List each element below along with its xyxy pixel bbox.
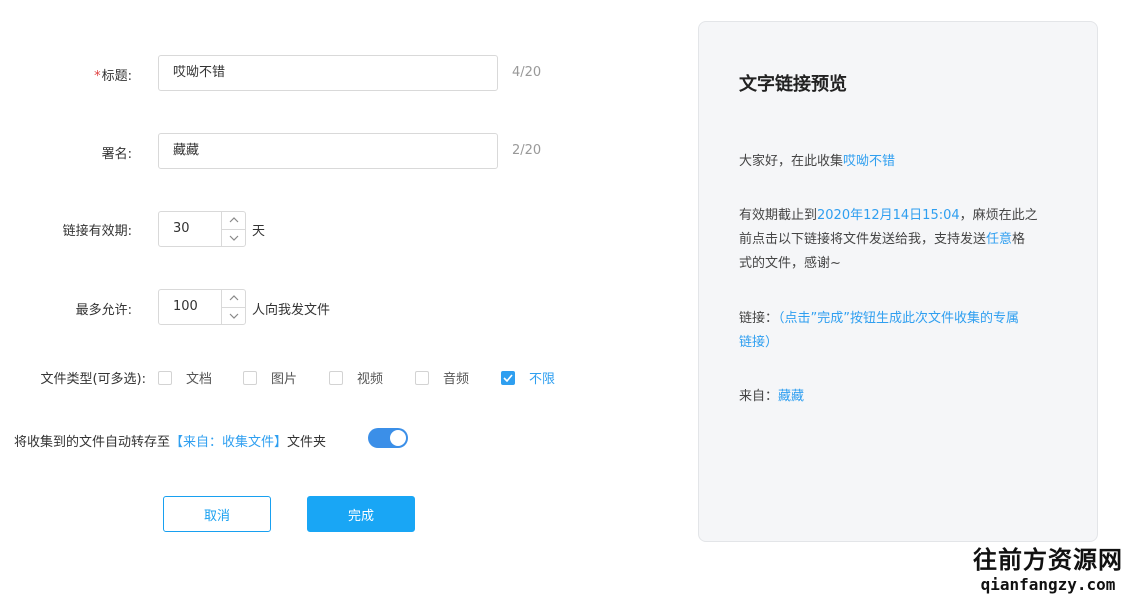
max-allowed-suffix: 人向我发文件 bbox=[252, 303, 331, 318]
signature-counter: 2/20 bbox=[512, 143, 542, 158]
validity-label: 链接有效期: bbox=[62, 224, 132, 239]
increment-icon[interactable] bbox=[222, 290, 245, 307]
title-counter: 4/20 bbox=[512, 65, 542, 80]
signature-label: 署名: bbox=[101, 147, 132, 162]
validity-value[interactable]: 30 bbox=[159, 212, 221, 246]
title-input[interactable]: 哎呦不错 bbox=[158, 55, 498, 91]
check-icon bbox=[503, 373, 513, 382]
file-types-label: 文件类型(可多选): bbox=[40, 372, 146, 387]
file-type-option[interactable]: 不限 bbox=[501, 368, 555, 387]
validity-stepper[interactable]: 30 bbox=[158, 211, 246, 247]
done-button[interactable]: 完成 bbox=[307, 496, 415, 532]
validity-unit: 天 bbox=[252, 224, 266, 239]
file-type-label: 不限 bbox=[529, 372, 556, 387]
file-type-option[interactable]: 文档 bbox=[158, 368, 212, 387]
checkbox[interactable] bbox=[415, 370, 429, 385]
checkbox[interactable] bbox=[158, 370, 172, 385]
max-allowed-value[interactable]: 100 bbox=[159, 290, 221, 324]
preview-panel: 文字链接预览 大家好，在此收集哎呦不错 有效期截止到2020年12月14日15:… bbox=[698, 21, 1098, 542]
toggle-knob bbox=[390, 430, 406, 446]
preview-deadline: 有效期截止到2020年12月14日15:04，麻烦在此之 前点击以下链接将文件发… bbox=[739, 208, 1038, 271]
decrement-icon[interactable] bbox=[222, 228, 245, 247]
signature-input[interactable]: 藏藏 bbox=[158, 133, 498, 169]
decrement-icon[interactable] bbox=[222, 306, 245, 325]
checkbox[interactable] bbox=[329, 370, 343, 385]
title-label: *标题: bbox=[94, 69, 132, 84]
max-allowed-stepper[interactable]: 100 bbox=[158, 289, 246, 325]
watermark-url: qianfangzy.com bbox=[980, 575, 1116, 594]
max-allowed-label: 最多允许: bbox=[75, 303, 132, 318]
file-type-option[interactable]: 图片 bbox=[243, 368, 297, 387]
preview-link: 链接：（点击”完成”按钮生成此次文件收集的专属 链接） bbox=[739, 311, 1019, 350]
autosave-folder: 【来自：收集文件】 bbox=[170, 435, 288, 450]
autosave-label: 将收集到的文件自动转存至【来自：收集文件】文件夹 bbox=[14, 435, 327, 450]
file-type-label: 文档 bbox=[186, 372, 213, 387]
file-type-label: 视频 bbox=[357, 372, 384, 387]
preview-heading: 文字链接预览 bbox=[739, 74, 847, 95]
file-type-label: 图片 bbox=[271, 372, 298, 387]
checkbox-checked[interactable] bbox=[501, 370, 515, 385]
file-type-option[interactable]: 视频 bbox=[329, 368, 383, 387]
file-type-option[interactable]: 音频 bbox=[415, 368, 469, 387]
preview-from: 来自：藏藏 bbox=[739, 389, 805, 404]
preview-link-text: （点击”完成”按钮生成此次文件收集的专属 bbox=[778, 311, 1019, 326]
autosave-toggle[interactable] bbox=[368, 428, 408, 448]
increment-icon[interactable] bbox=[222, 212, 245, 229]
required-mark: * bbox=[94, 69, 101, 84]
checkbox[interactable] bbox=[243, 370, 257, 385]
preview-greeting: 大家好，在此收集哎呦不错 bbox=[739, 154, 896, 169]
cancel-button[interactable]: 取消 bbox=[163, 496, 271, 532]
watermark: 往前方资源网 qianfangzy.com bbox=[973, 540, 1123, 594]
file-type-label: 音频 bbox=[443, 372, 470, 387]
watermark-title: 往前方资源网 bbox=[973, 546, 1123, 574]
